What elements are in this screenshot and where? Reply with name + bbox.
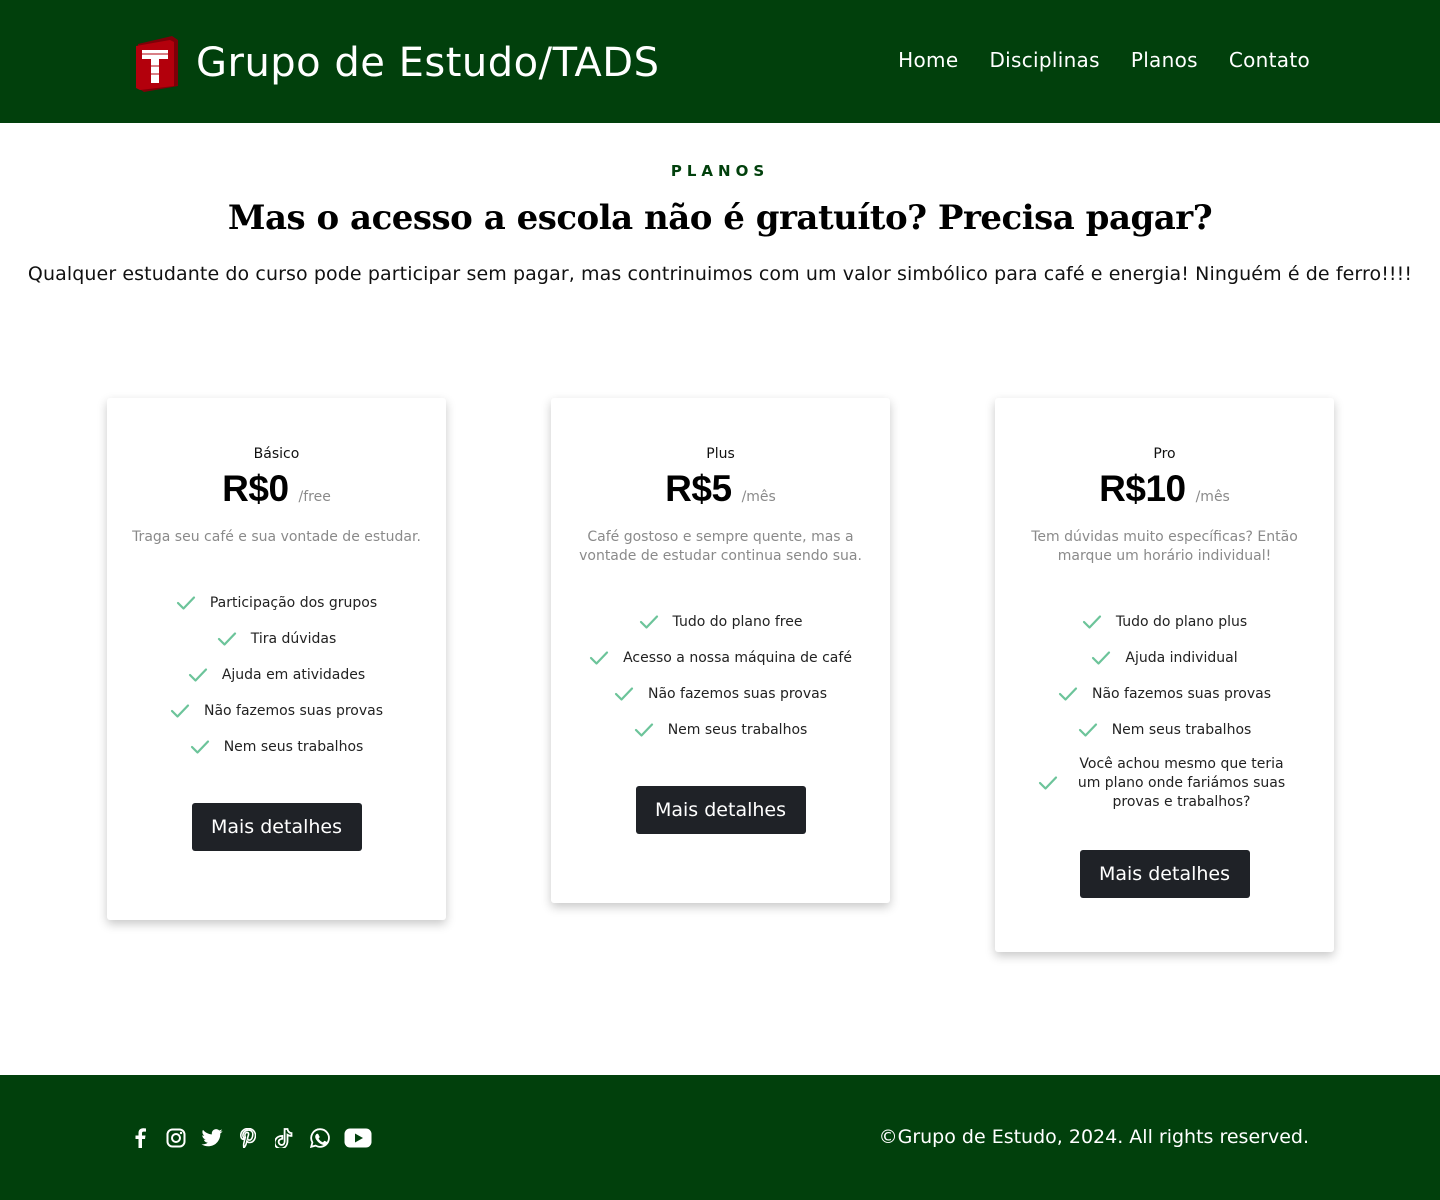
plan-card-plus: Plus R$5 /mês Café gostoso e sempre quen… [551,398,890,903]
check-icon [1092,651,1111,665]
plan-description: Tem dúvidas muito específicas? Então mar… [1031,529,1298,564]
twitter-icon[interactable] [200,1126,224,1150]
check-icon [217,632,236,646]
plan-description: Traga seu café e sua vontade de estudar. [132,529,421,545]
check-icon [614,687,634,701]
plan-price: R$0 [222,468,289,509]
check-icon [1058,687,1078,701]
feature-item: Não fazemos suas provas [551,676,890,712]
section-eyebrow: PLANOS [670,162,770,180]
plan-price: R$5 [665,468,732,509]
site-header: Grupo de Estudo/TADS Home Disciplinas Pl… [0,0,1440,123]
feature-item: Tira dúvidas [107,621,446,657]
details-button-basico[interactable]: Mais detalhes [191,803,362,851]
tiktok-icon[interactable] [272,1126,296,1150]
feature-item: Não fazemos suas provas [995,676,1334,712]
feature-item: Não fazemos suas provas [107,693,446,729]
feature-item: Participação dos grupos [107,585,446,621]
details-button-plus[interactable]: Mais detalhes [635,786,806,834]
plan-period: /mês [1195,489,1230,505]
pinterest-icon[interactable] [236,1126,260,1150]
tads-logo-icon [136,36,178,92]
details-button-pro[interactable]: Mais detalhes [1079,850,1250,898]
feature-item: Nem seus trabalhos [107,729,446,765]
copyright: ©Grupo de Estudo, 2024. All rights reser… [878,1126,1309,1148]
feature-item: Tudo do plano free [551,604,890,640]
check-icon [1078,723,1097,737]
main-nav: Home Disciplinas Planos Contato [898,48,1310,72]
feature-item: Tudo do plano plus [995,604,1334,640]
whatsapp-icon[interactable] [308,1126,332,1150]
instagram-icon[interactable] [164,1126,188,1150]
section-lead: Qualquer estudante do curso pode partici… [27,263,1413,285]
feature-item: Você achou mesmo que teria um plano onde… [995,750,1334,816]
nav-disciplinas[interactable]: Disciplinas [989,48,1099,72]
plan-card-basico: Básico R$0 /free Traga seu café e sua vo… [107,398,446,920]
plan-name: Pro [1153,446,1176,462]
check-icon [176,596,195,610]
nav-contato[interactable]: Contato [1229,48,1310,72]
check-icon [1082,615,1101,629]
check-icon [170,704,190,718]
feature-item: Nem seus trabalhos [551,712,890,748]
check-icon [634,723,653,737]
feature-list: Tudo do plano plus Ajuda individual Não … [995,604,1334,816]
price-row: R$5 /mês [551,468,890,510]
price-row: R$0 /free [107,468,446,510]
plan-period: /free [298,489,331,505]
feature-list: Tudo do plano free Acesso a nossa máquin… [551,604,890,748]
nav-home[interactable]: Home [898,48,958,72]
plan-period: /mês [741,489,776,505]
brand-name: Grupo de Estudo/TADS [196,40,660,86]
check-icon [188,668,207,682]
check-icon [639,615,658,629]
nav-planos[interactable]: Planos [1131,48,1198,72]
check-icon [1038,776,1057,790]
social-links [128,1126,384,1150]
brand[interactable]: Grupo de Estudo/TADS [134,34,659,92]
price-row: R$10 /mês [995,468,1334,510]
check-icon [190,740,209,754]
feature-item: Acesso a nossa máquina de café [551,640,890,676]
plan-name: Plus [706,446,735,462]
facebook-icon[interactable] [128,1126,152,1150]
feature-item: Ajuda em atividades [107,657,446,693]
plan-card-pro: Pro R$10 /mês Tem dúvidas muito específi… [995,398,1334,952]
feature-list: Participação dos grupos Tira dúvidas Aju… [107,585,446,765]
feature-item: Nem seus trabalhos [995,712,1334,748]
plan-name: Básico [253,446,300,462]
check-icon [589,651,609,665]
plan-price: R$10 [1099,468,1186,509]
plan-description: Café gostoso e sempre quente, mas a vont… [579,529,862,564]
youtube-icon[interactable] [344,1126,372,1150]
section-headline: Mas o acesso a escola não é gratuíto? Pr… [227,198,1213,238]
feature-item: Ajuda individual [995,640,1334,676]
